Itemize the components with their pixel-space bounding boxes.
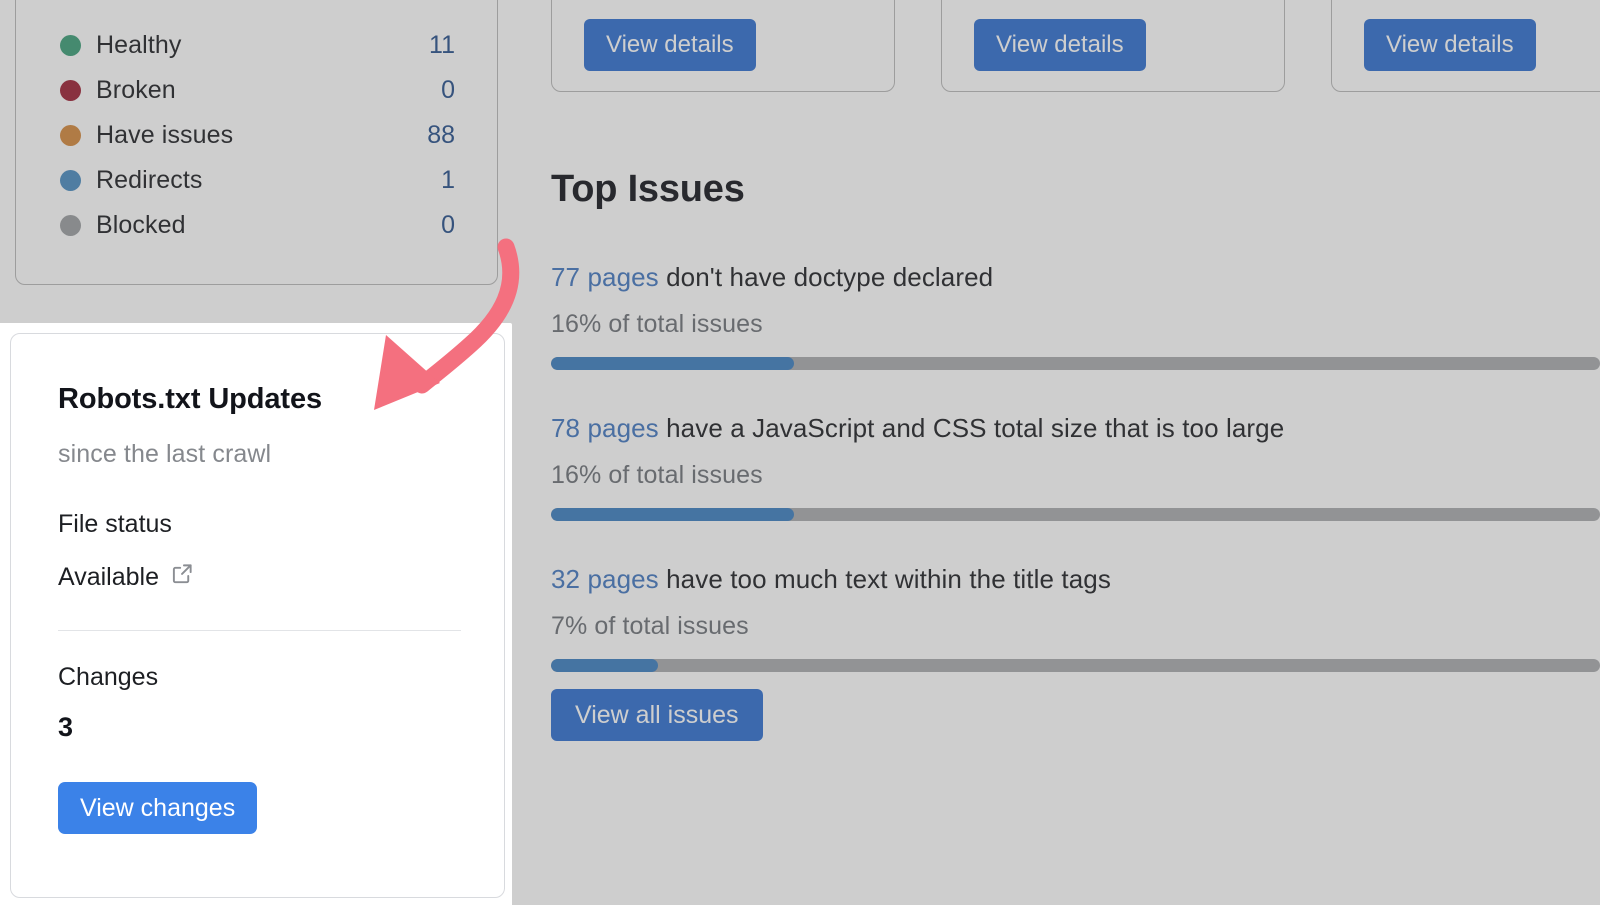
legend-value[interactable]: 1 [441,166,455,195]
dot-have-issues-icon [60,125,81,146]
legend-item-redirects[interactable]: Redirects 1 [60,158,455,203]
file-status-value-link[interactable]: Available [58,562,194,592]
legend-value[interactable]: 11 [429,31,455,60]
legend-label: Blocked [96,211,186,240]
issue-progress-track [551,357,1600,370]
issue-row: 77 pages don't have doctype declared 16%… [551,263,1600,370]
issue-progress-fill [551,659,658,672]
issue-progress-track [551,508,1600,521]
issue-row: 78 pages have a JavaScript and CSS total… [551,414,1600,521]
view-details-button-1[interactable]: View details [584,19,756,71]
legend-label: Broken [96,76,176,105]
robots-card-subtitle: since the last crawl [58,440,271,469]
issue-count-link[interactable]: 78 pages [551,413,659,443]
issue-progress-track [551,659,1600,672]
external-link-icon[interactable] [171,562,194,592]
dot-redirects-icon [60,170,81,191]
file-status-label: File status [58,510,172,539]
dot-blocked-icon [60,215,81,236]
issue-percent-label: 16% of total issues [551,461,1600,490]
issue-count-link[interactable]: 32 pages [551,564,659,594]
issue-percent-label: 7% of total issues [551,612,1600,641]
legend-item-broken[interactable]: Broken 0 [60,68,455,113]
changes-value: 3 [58,712,73,743]
stat-card-2: View details [941,0,1285,92]
legend-value[interactable]: 0 [441,211,455,240]
issue-description: don't have doctype declared [659,262,993,292]
issue-text: 77 pages don't have doctype declared [551,263,1600,293]
legend-value[interactable]: 88 [427,121,455,150]
issue-row: 32 pages have too much text within the t… [551,565,1600,672]
view-details-button-3[interactable]: View details [1364,19,1536,71]
legend-value[interactable]: 0 [441,76,455,105]
legend-item-blocked[interactable]: Blocked 0 [60,203,455,248]
top-issues-section: Top Issues 77 pages don't have doctype d… [551,168,1600,716]
legend-label: Redirects [96,166,203,195]
dot-broken-icon [60,80,81,101]
view-all-issues-button[interactable]: View all issues [551,689,763,741]
issue-text: 32 pages have too much text within the t… [551,565,1600,595]
legend-label: Healthy [96,31,181,60]
changes-label: Changes [58,663,158,692]
issue-description: have a JavaScript and CSS total size tha… [659,413,1285,443]
issue-percent-label: 16% of total issues [551,310,1600,339]
file-status-value-text: Available [58,563,159,592]
card-divider [58,630,461,631]
issue-text: 78 pages have a JavaScript and CSS total… [551,414,1600,444]
top-issues-title: Top Issues [551,168,1600,211]
crawled-pages-card: Healthy 11 Broken 0 Have issues 88 Redir… [15,0,498,285]
stat-card-3: View details [1331,0,1600,92]
crawled-pages-legend: Healthy 11 Broken 0 Have issues 88 Redir… [60,23,455,248]
stat-card-1: View details [551,0,895,92]
legend-label: Have issues [96,121,233,150]
issue-progress-fill [551,357,794,370]
issue-description: have too much text within the title tags [659,564,1111,594]
issue-progress-fill [551,508,794,521]
legend-item-healthy[interactable]: Healthy 11 [60,23,455,68]
issue-count-link[interactable]: 77 pages [551,262,659,292]
screenshot-root: Healthy 11 Broken 0 Have issues 88 Redir… [0,0,1600,905]
view-changes-button[interactable]: View changes [58,782,257,834]
robots-txt-updates-card: Robots.txt Updates since the last crawl … [10,333,505,898]
legend-item-have-issues[interactable]: Have issues 88 [60,113,455,158]
robots-card-title: Robots.txt Updates [58,383,322,416]
view-details-button-2[interactable]: View details [974,19,1146,71]
dot-healthy-icon [60,35,81,56]
